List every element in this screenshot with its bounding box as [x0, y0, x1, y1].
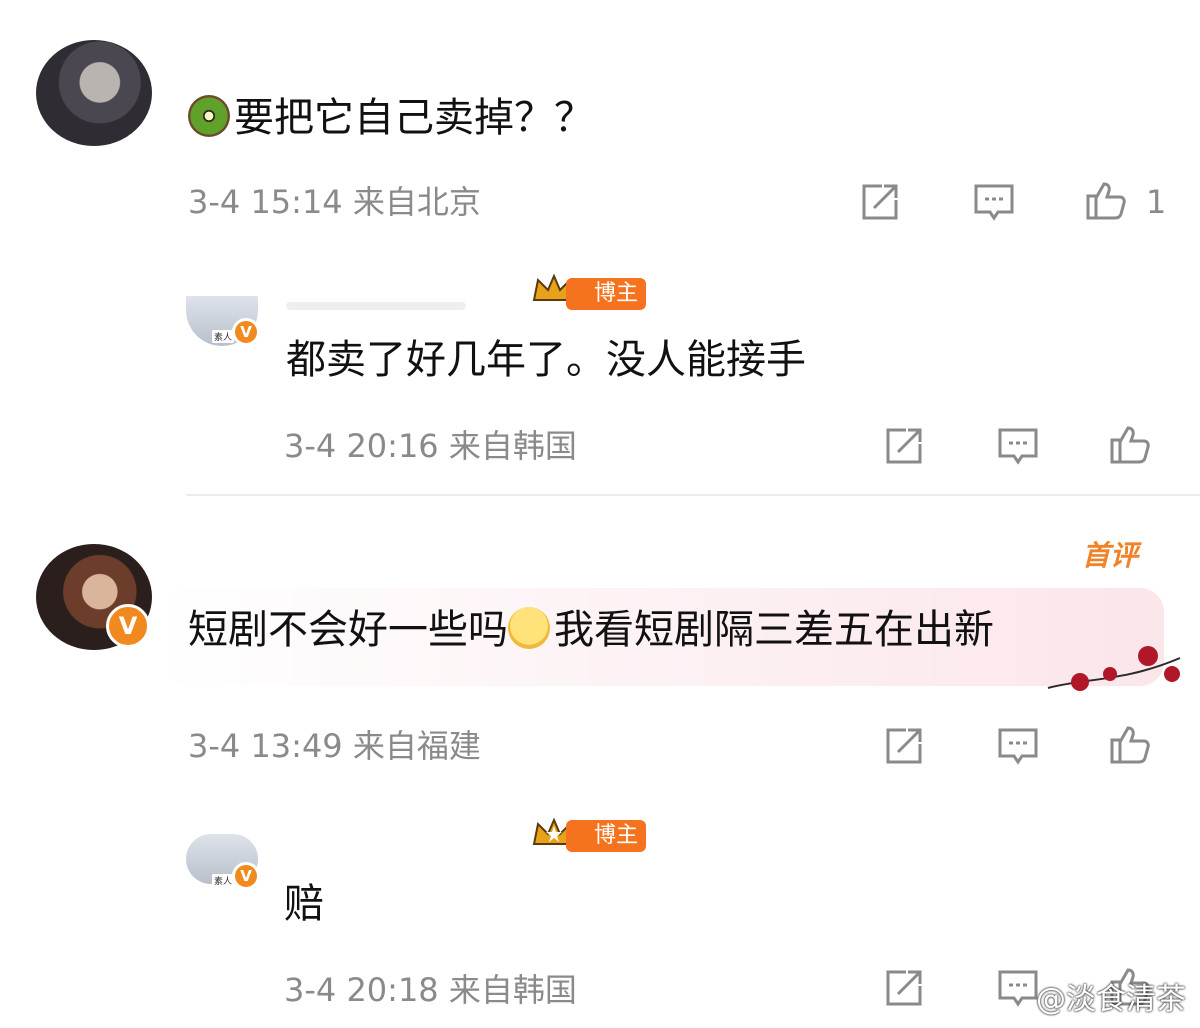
username-redacted [286, 302, 466, 310]
flushed-face-emoji-icon [508, 607, 550, 649]
comment-icon[interactable] [996, 724, 1040, 768]
rose-decoration-icon [1044, 638, 1184, 698]
reply-text: 赔 [284, 881, 324, 927]
thumbs-up-icon[interactable] [1108, 722, 1152, 766]
comment-body: 短剧不会好一些吗 我看短剧隔三差五在出新 [188, 606, 994, 654]
share-icon[interactable] [882, 424, 926, 468]
commenter-avatar[interactable] [36, 40, 152, 146]
share-icon[interactable] [882, 966, 926, 1010]
comment-thread: 要把它自己卖掉？？ 3-4 15:14 来自北京 1 博主 素人 V 都卖了好几… [0, 0, 1200, 1028]
thread-divider [186, 494, 1200, 496]
comment-meta: 3-4 15:14 来自北京 [188, 183, 481, 221]
comment-body: 要把它自己卖掉？？ [188, 94, 594, 142]
thumbs-up-icon[interactable] [1084, 178, 1128, 222]
thumbs-up-icon[interactable] [1108, 422, 1152, 466]
share-icon[interactable] [858, 180, 902, 224]
comment-text: 要把它自己卖掉？？ [234, 95, 594, 141]
blogger-badge: 博主 [566, 820, 647, 852]
verified-icon: V [232, 862, 260, 890]
verified-icon: V [106, 604, 150, 648]
comment-icon[interactable] [972, 180, 1016, 224]
comment-icon[interactable] [996, 424, 1040, 468]
comment-icon[interactable] [996, 966, 1040, 1010]
reply-text: 都卖了好几年了。没人能接手 [286, 337, 806, 383]
comment-meta: 3-4 13:49 来自福建 [188, 727, 481, 765]
watermark: @淡食清茶 [1036, 982, 1186, 1017]
comment-text: 我看短剧隔三差五在出新 [554, 607, 994, 653]
first-comment-badge: 首评 [1082, 539, 1139, 572]
comment-text: 短剧不会好一些吗 [188, 607, 508, 653]
like-count: 1 [1146, 183, 1167, 221]
verified-icon: V [232, 318, 260, 346]
reply-meta: 3-4 20:18 来自韩国 [284, 971, 577, 1009]
share-icon[interactable] [882, 724, 926, 768]
avatar-tag: 素人 [212, 874, 235, 887]
kiwi-emoji-icon [188, 95, 230, 137]
reply-meta: 3-4 20:16 来自韩国 [284, 427, 577, 465]
avatar-tag: 素人 [212, 330, 235, 343]
blogger-badge: 博主 [566, 278, 647, 310]
